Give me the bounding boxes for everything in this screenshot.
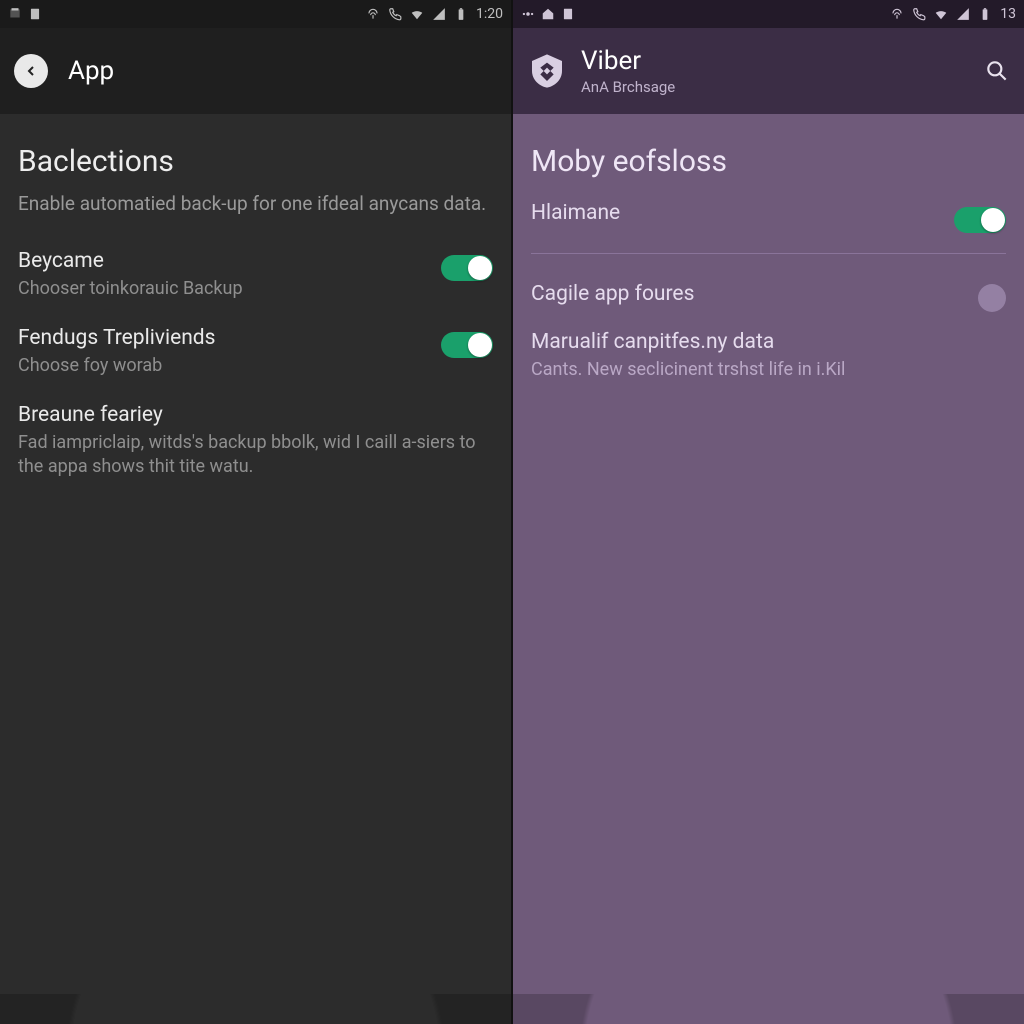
setting-row-fendugs[interactable]: Fendugs Trepliviends Choose foy worab bbox=[18, 316, 493, 393]
appbar-title: Viber bbox=[581, 46, 675, 76]
card-icon bbox=[28, 7, 42, 21]
setting-row-hlaimane[interactable]: Hlaimane bbox=[531, 191, 1006, 249]
status-bar: 1:20 bbox=[0, 0, 511, 28]
setting-label: Beycame bbox=[18, 249, 427, 273]
appbar-title: App bbox=[68, 56, 114, 86]
app-bar: Viber AnA Brchsage bbox=[513, 28, 1024, 114]
status-time: 13 bbox=[1000, 6, 1016, 22]
setting-label: Hlaimane bbox=[531, 201, 940, 225]
notif-icon bbox=[8, 7, 22, 21]
wifi-icon bbox=[934, 7, 948, 21]
app-bar: App bbox=[0, 28, 511, 114]
app-logo-icon bbox=[527, 51, 567, 91]
toggle-switch[interactable] bbox=[954, 207, 1006, 233]
setting-subtext: Fad iampriclaip, witds's backup bbolk, w… bbox=[18, 431, 479, 478]
battery-icon bbox=[978, 7, 992, 21]
cast-icon bbox=[366, 7, 380, 21]
left-phone: 1:20 App Baclections Enable automatied b… bbox=[0, 0, 511, 1024]
setting-label: Breaune feariey bbox=[18, 403, 479, 427]
setting-row-marualif[interactable]: Marualif canpitfes.ny data Cants. New se… bbox=[531, 328, 1006, 397]
setting-subtext: Choose foy worab bbox=[18, 354, 427, 377]
toggle-switch[interactable] bbox=[441, 332, 493, 358]
back-button[interactable] bbox=[14, 54, 48, 88]
setting-row-breaune[interactable]: Breaune feariey Fad iampriclaip, witds's… bbox=[18, 393, 493, 494]
section-description: Enable automatied back-up for one ifdeal… bbox=[18, 191, 493, 217]
phone-icon bbox=[912, 7, 926, 21]
divider-line bbox=[531, 253, 1006, 254]
search-icon[interactable] bbox=[984, 58, 1010, 84]
setting-label: Cagile app foures bbox=[531, 282, 964, 306]
phone-icon bbox=[388, 7, 402, 21]
signal-icon bbox=[956, 7, 970, 21]
setting-row-beycame[interactable]: Beycame Chooser toinkorauic Backup bbox=[18, 239, 493, 316]
setting-label: Fendugs Trepliviends bbox=[18, 326, 427, 350]
toggle-switch[interactable] bbox=[441, 255, 493, 281]
card-icon bbox=[561, 7, 575, 21]
setting-subtext: Chooser toinkorauic Backup bbox=[18, 277, 427, 300]
section-heading: Moby eofsloss bbox=[531, 144, 1006, 179]
content-area: Moby eofsloss Hlaimane Cagile app foures… bbox=[513, 114, 1024, 1024]
home-icon bbox=[541, 7, 555, 21]
signal-icon bbox=[432, 7, 446, 21]
status-bar: 13 bbox=[513, 0, 1024, 28]
appbar-subtitle: AnA Brchsage bbox=[581, 78, 675, 96]
setting-row-cagile[interactable]: Cagile app foures bbox=[531, 272, 1006, 328]
dial-icon bbox=[521, 7, 535, 21]
right-phone: 13 Viber AnA Brchsage Moby eofsloss Hlai… bbox=[513, 0, 1024, 1024]
status-time: 1:20 bbox=[476, 6, 503, 22]
section-heading: Baclections bbox=[18, 144, 493, 179]
radio-button[interactable] bbox=[978, 284, 1006, 312]
content-area: Baclections Enable automatied back-up fo… bbox=[0, 114, 511, 1024]
setting-label: Marualif canpitfes.ny data bbox=[531, 330, 992, 354]
setting-subtext: Cants. New seclicinent trshst life in i.… bbox=[531, 358, 992, 381]
battery-icon bbox=[454, 7, 468, 21]
wifi-icon bbox=[410, 7, 424, 21]
cast-icon bbox=[890, 7, 904, 21]
